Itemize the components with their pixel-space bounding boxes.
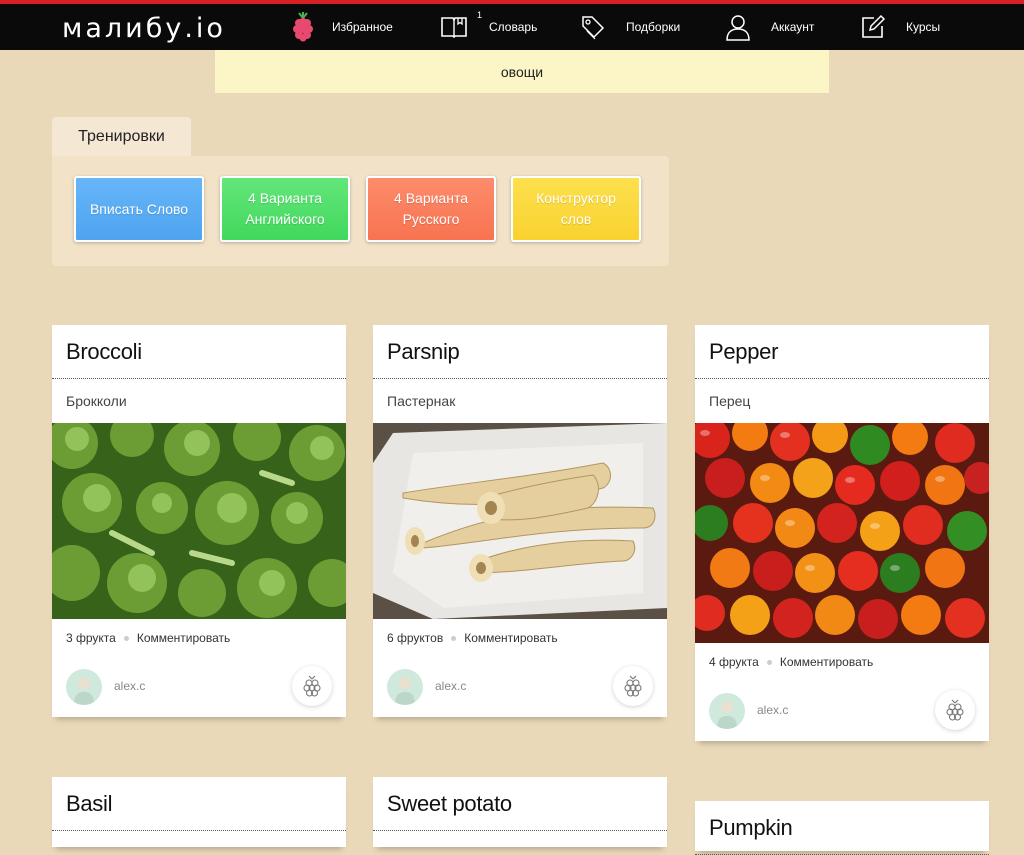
card-title[interactable]: Broccoli bbox=[52, 325, 346, 379]
separator-dot bbox=[766, 659, 772, 665]
edit-icon bbox=[858, 12, 888, 42]
nav-item-collections[interactable]: Подборки bbox=[578, 4, 680, 50]
site-logo[interactable]: малибу.io bbox=[62, 14, 226, 44]
card-meta: 3 фрукта Комментировать bbox=[52, 619, 346, 657]
nav-label-collections: Подборки bbox=[626, 20, 681, 34]
nav-label-courses: Курсы bbox=[906, 20, 941, 34]
raspberry-icon bbox=[288, 12, 318, 42]
nav-item-courses[interactable]: Курсы bbox=[858, 4, 940, 50]
card-footer: alex.c bbox=[695, 681, 989, 741]
card-count: 3 фрукта bbox=[66, 631, 116, 645]
favorite-button[interactable] bbox=[613, 666, 653, 706]
username[interactable]: alex.c bbox=[757, 703, 788, 717]
tab-training[interactable]: Тренировки bbox=[52, 117, 191, 157]
nav-label-account: Аккаунт bbox=[771, 20, 815, 34]
raspberry-outline-icon bbox=[303, 675, 321, 697]
peppers-image[interactable] bbox=[695, 423, 989, 643]
four-english-options-button[interactable]: 4 Варианта Английского bbox=[220, 176, 350, 242]
favorite-button[interactable] bbox=[292, 666, 332, 706]
word-builder-button[interactable]: Конструктор слов bbox=[511, 176, 641, 242]
comment-link[interactable]: Комментировать bbox=[137, 631, 230, 645]
raspberry-outline-icon bbox=[946, 699, 964, 721]
top-navigation-bar: малибу.io Избранное 1 Словарь Подборки А… bbox=[0, 0, 1024, 50]
card-footer: alex.c bbox=[52, 657, 346, 717]
favorite-button[interactable] bbox=[935, 690, 975, 730]
card-title[interactable]: Basil bbox=[52, 777, 346, 831]
word-card[interactable]: Pumpkin bbox=[695, 801, 989, 855]
card-title[interactable]: Pumpkin bbox=[695, 801, 989, 855]
card-footer: alex.c bbox=[373, 657, 667, 717]
nav-item-account[interactable]: Аккаунт bbox=[723, 4, 814, 50]
tag-icon bbox=[578, 12, 608, 42]
card-count: 4 фрукта bbox=[709, 655, 759, 669]
card-count: 6 фруктов bbox=[387, 631, 444, 645]
word-card[interactable]: Parsnip Пастернак 6 фруктов Комментирова… bbox=[373, 325, 667, 717]
user-icon bbox=[723, 12, 753, 42]
word-card[interactable]: Pepper Перец 4 фрукта Комментировать ale… bbox=[695, 325, 989, 741]
comment-link[interactable]: Комментировать bbox=[780, 655, 873, 669]
word-card[interactable]: Basil bbox=[52, 777, 346, 847]
username[interactable]: alex.c bbox=[435, 679, 466, 693]
nav-item-favorites[interactable]: Избранное bbox=[288, 4, 393, 50]
card-meta: 6 фруктов Комментировать bbox=[373, 619, 667, 657]
avatar[interactable] bbox=[387, 669, 423, 705]
word-card[interactable]: Sweet potato bbox=[373, 777, 667, 847]
raspberry-outline-icon bbox=[624, 675, 642, 697]
parsnip-image[interactable] bbox=[373, 423, 667, 619]
card-title[interactable]: Pepper bbox=[695, 325, 989, 379]
separator-dot bbox=[451, 635, 457, 641]
comment-link[interactable]: Комментировать bbox=[464, 631, 557, 645]
card-translation: Пастернак bbox=[387, 393, 456, 409]
dictionary-badge: 1 bbox=[477, 10, 483, 20]
card-translation: Перец bbox=[709, 393, 751, 409]
nav-item-dictionary[interactable]: 1 Словарь bbox=[439, 4, 537, 50]
card-meta: 4 фрукта Комментировать bbox=[695, 643, 989, 681]
training-panel: Вписать Слово 4 Варианта Английского 4 В… bbox=[52, 156, 669, 266]
avatar[interactable] bbox=[66, 669, 102, 705]
card-title[interactable]: Sweet potato bbox=[373, 777, 667, 831]
separator-dot bbox=[123, 635, 129, 641]
four-russian-options-button[interactable]: 4 Варианта Русского bbox=[366, 176, 496, 242]
type-word-button[interactable]: Вписать Слово bbox=[74, 176, 204, 242]
word-card[interactable]: Broccoli Брокколи 3 фрукта Комментироват… bbox=[52, 325, 346, 717]
category-banner: овощи bbox=[215, 50, 829, 93]
nav-label-favorites: Избранное bbox=[332, 20, 393, 34]
username[interactable]: alex.c bbox=[114, 679, 145, 693]
broccoli-image[interactable] bbox=[52, 423, 346, 619]
nav-label-dictionary: Словарь bbox=[489, 20, 538, 34]
card-title[interactable]: Parsnip bbox=[373, 325, 667, 379]
book-icon bbox=[439, 12, 469, 42]
card-translation: Брокколи bbox=[66, 393, 127, 409]
avatar[interactable] bbox=[709, 693, 745, 729]
